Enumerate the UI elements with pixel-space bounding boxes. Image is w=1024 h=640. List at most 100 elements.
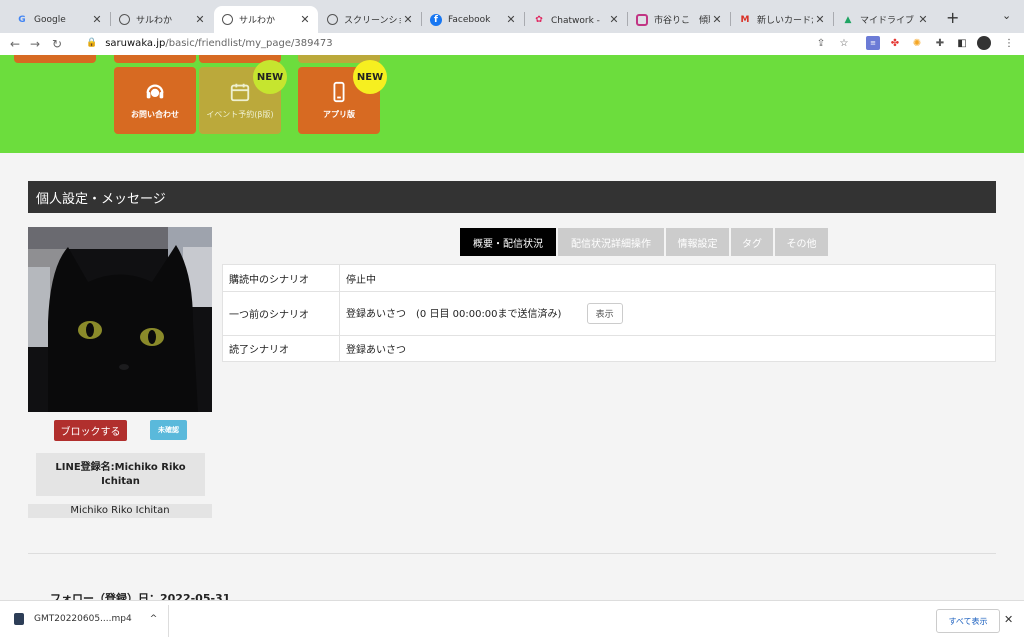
tab-google[interactable]: G Google ✕ [8, 6, 110, 33]
menu-button-contact[interactable]: お問い合わせ [114, 67, 196, 134]
download-item[interactable]: GMT20220605....mp4 ^ [14, 613, 157, 625]
extension-palette-icon[interactable]: ✺ [910, 36, 924, 50]
globe-icon [119, 14, 130, 25]
tab-saruwaka-active[interactable]: サルわか ✕ [214, 6, 318, 33]
tab-title: 市谷りこ 傾聴 [654, 16, 710, 26]
tab-screenshot[interactable]: スクリーンショ ✕ [319, 6, 421, 33]
tab-title: Facebook [448, 14, 491, 25]
section-title: 個人設定・メッセージ [28, 181, 996, 213]
table-row: 読了シナリオ 登録あいさつ [222, 335, 996, 362]
tab-delivery-detail[interactable]: 配信状況詳細操作 [558, 228, 664, 256]
side-panel-icon[interactable]: ◧ [955, 36, 969, 50]
close-icon[interactable]: ✕ [401, 13, 415, 26]
close-icon[interactable]: ✕ [710, 13, 724, 26]
close-icon[interactable]: ✕ [90, 13, 104, 26]
close-icon[interactable]: ✕ [298, 13, 312, 26]
close-icon[interactable]: ✕ [813, 13, 827, 26]
divider [28, 553, 996, 554]
menu-label: アプリ版 [323, 110, 355, 119]
row-value-cell: 登録あいさつ (0 日目 00:00:00まで送信済み) 表示 [339, 291, 996, 336]
tab-drive[interactable]: ▲ マイドライブ - ✕ [834, 6, 936, 33]
browser-toolbar: ← → ↻ 🔒 saruwaka.jp /basic/friendlist/my… [0, 33, 1024, 55]
calendar-icon [230, 83, 250, 102]
reload-icon[interactable]: ↻ [48, 37, 66, 51]
google-icon: G [18, 14, 26, 25]
new-badge: NEW [353, 60, 387, 94]
tab-info-settings[interactable]: 情報設定 [666, 228, 729, 256]
menu-band: お問い合わせ イベント予約(β版) NEW アプリ版 NEW [0, 55, 1024, 153]
smartphone-icon [333, 81, 345, 103]
video-file-icon [14, 613, 24, 625]
forward-arrow-icon[interactable]: → [26, 37, 44, 51]
display-name: Michiko Riko Ichitan [28, 504, 212, 518]
tab-tags[interactable]: タグ [731, 228, 773, 256]
detail-tabs: 概要・配信状況 配信状況詳細操作 情報設定 タグ その他 [460, 228, 830, 256]
menu-button-top-1[interactable] [14, 55, 96, 63]
download-bar: GMT20220605....mp4 ^ すべて表示 ✕ [0, 600, 1024, 640]
extension-doc-icon[interactable]: ≡ [866, 36, 880, 50]
tab-title: サルわか [136, 16, 173, 26]
black-cat-photo [28, 227, 212, 412]
chrome-menu-icon[interactable]: ⋮ [1002, 36, 1016, 50]
chevron-up-icon[interactable]: ^ [150, 614, 158, 624]
tab-instagram[interactable]: 市谷りこ 傾聴 ✕ [628, 6, 730, 33]
globe-icon [222, 14, 233, 25]
row-value: 登録あいさつ [339, 335, 996, 362]
new-badge: NEW [253, 60, 287, 94]
table-row: 購読中のシナリオ 停止中 [222, 264, 996, 292]
block-button[interactable]: ブロックする [54, 420, 127, 441]
lock-icon: 🔒 [86, 38, 98, 48]
tab-chatwork[interactable]: ✿ Chatwork - 【 ✕ [525, 6, 627, 33]
menu-button-top-2[interactable] [114, 55, 196, 63]
show-button[interactable]: 表示 [586, 303, 623, 324]
download-filename: GMT20220605....mp4 [34, 614, 132, 624]
profile-avatar[interactable] [977, 36, 991, 50]
tab-facebook[interactable]: f Facebook ✕ [422, 6, 524, 33]
show-all-downloads-button[interactable]: すべて表示 [936, 609, 1000, 633]
menu-label: お問い合わせ [131, 110, 179, 119]
row-label: 一つ前のシナリオ [222, 291, 340, 336]
new-tab-button[interactable]: + [946, 8, 959, 27]
extension-color-icon[interactable]: ✤ [888, 36, 902, 50]
close-icon[interactable]: ✕ [607, 13, 621, 26]
close-icon[interactable]: ✕ [504, 13, 518, 26]
row-label: 読了シナリオ [222, 335, 340, 362]
chatwork-icon: ✿ [535, 14, 543, 25]
line-registered-name: LINE登録名:Michiko Riko Ichitan [36, 453, 205, 496]
bookmark-star-icon[interactable]: ☆ [837, 36, 851, 50]
tab-saruwaka-1[interactable]: サルわか ✕ [111, 6, 213, 33]
browser-tab-strip: G Google ✕ サルわか ✕ サルわか ✕ スクリーンショ ✕ f Fac… [0, 0, 1024, 33]
unread-status-badge: 未確認 [150, 420, 187, 440]
gmail-icon: M [740, 14, 750, 25]
profile-photo [28, 227, 212, 412]
menu-label: イベント予約(β版) [206, 110, 274, 119]
address-bar[interactable]: 🔒 saruwaka.jp /basic/friendlist/my_page/… [78, 33, 858, 53]
tab-gmail[interactable]: M 新しいカードが ✕ [731, 6, 833, 33]
page-content: お問い合わせ イベント予約(β版) NEW アプリ版 NEW 個人設定・メッセー… [0, 55, 1024, 600]
row-value: 停止中 [339, 264, 996, 292]
url-host: saruwaka.jp [105, 37, 166, 49]
drive-icon: ▲ [844, 14, 852, 25]
globe-icon [327, 14, 338, 25]
tab-title: マイドライブ - [860, 16, 916, 26]
headset-icon [146, 84, 164, 99]
close-icon[interactable]: ✕ [1004, 613, 1013, 626]
instagram-icon [636, 13, 648, 26]
table-row: 一つ前のシナリオ 登録あいさつ (0 日目 00:00:00まで送信済み) 表示 [222, 291, 996, 336]
close-icon[interactable]: ✕ [193, 13, 207, 26]
tab-search-chevron-icon[interactable]: ⌄ [1002, 9, 1011, 22]
scenario-table: 購読中のシナリオ 停止中 一つ前のシナリオ 登録あいさつ (0 日目 00:00… [222, 264, 996, 362]
facebook-icon: f [430, 13, 442, 26]
row-label: 購読中のシナリオ [222, 264, 340, 292]
url-path: /basic/friendlist/my_page/389473 [165, 37, 333, 49]
extensions-puzzle-icon[interactable]: ✚ [933, 36, 947, 50]
tab-overview[interactable]: 概要・配信状況 [460, 228, 556, 256]
share-icon[interactable]: ⇪ [814, 36, 828, 50]
close-icon[interactable]: ✕ [916, 13, 930, 26]
tab-other[interactable]: その他 [775, 228, 828, 256]
row-value: 登録あいさつ (0 日目 00:00:00まで送信済み) [346, 309, 562, 320]
tab-title: Chatwork - 【 [551, 16, 607, 26]
back-arrow-icon[interactable]: ← [6, 37, 24, 51]
tab-title: Google [34, 14, 66, 25]
tab-title: サルわか [239, 16, 276, 26]
